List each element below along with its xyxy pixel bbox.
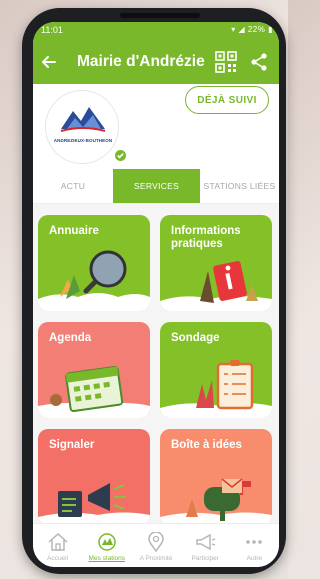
service-label: Sondage xyxy=(171,332,220,344)
battery-level: 22% xyxy=(247,25,266,34)
tab-services[interactable]: SERVICES xyxy=(113,169,200,203)
nav-label: Participer xyxy=(191,555,219,562)
nav-label: Accueil xyxy=(47,555,69,562)
service-label: Agenda xyxy=(49,332,92,344)
qr-code-icon[interactable] xyxy=(215,50,237,73)
follow-button[interactable]: DÉJÀ SUIVI xyxy=(185,86,269,114)
bottom-navigation: Accueil Mes stations A Proximité Partici… xyxy=(33,523,279,567)
location-pin-icon xyxy=(148,532,164,552)
service-label: Annuaire xyxy=(49,225,99,237)
verified-check-icon xyxy=(113,148,128,163)
top-bar: 11:01 ▾ ◢ 22% ▮ Mairie d'Andrézie... xyxy=(33,22,279,84)
section-tabs: ACTU SERVICES STATIONS LIÉES xyxy=(33,169,279,204)
magnifier-illustration-icon xyxy=(38,250,150,311)
nav-a-proximite[interactable]: A Proximité xyxy=(131,524,180,567)
service-label: Informations pratiques xyxy=(171,225,241,250)
status-time: 11:01 xyxy=(41,25,63,35)
status-bar: 11:01 ▾ ◢ 22% ▮ xyxy=(33,22,279,39)
tab-actu[interactable]: ACTU xyxy=(33,169,113,203)
phone-speaker xyxy=(120,13,200,18)
service-card-boite-a-idees[interactable]: Boîte à idées xyxy=(160,429,272,523)
service-card-agenda[interactable]: Agenda xyxy=(38,322,150,418)
calendar-illustration-icon xyxy=(38,365,150,418)
service-label: Boîte à idées xyxy=(171,439,242,451)
mailbox-illustration-icon xyxy=(160,478,272,523)
app-bar: Mairie d'Andrézie... xyxy=(33,39,279,84)
tab-stations-liees[interactable]: STATIONS LIÉES xyxy=(200,169,279,203)
back-arrow-icon[interactable] xyxy=(41,53,59,71)
info-sign-illustration-icon xyxy=(160,261,272,311)
profile-header: ANDREZIEUX-BOUTHEON DÉJÀ SUIVI xyxy=(33,84,279,169)
nav-participer[interactable]: Participer xyxy=(181,524,230,567)
service-card-sondage[interactable]: Sondage xyxy=(160,322,272,418)
survey-clipboard-illustration-icon xyxy=(160,360,272,418)
megaphone-illustration-icon xyxy=(38,483,150,523)
nav-mes-stations[interactable]: Mes stations xyxy=(82,524,131,567)
home-icon xyxy=(48,532,68,551)
nav-label: A Proximité xyxy=(139,555,173,562)
town-logo: ANDREZIEUX-BOUTHEON xyxy=(45,90,119,164)
town-logo-text: ANDREZIEUX-BOUTHEON xyxy=(53,138,113,143)
services-grid: Annuaire Informations pratiques Agenda S… xyxy=(33,204,279,523)
nav-accueil[interactable]: Accueil xyxy=(33,524,82,567)
stations-icon xyxy=(98,533,116,551)
nav-autre[interactable]: Autre xyxy=(230,524,279,567)
app-screen: 11:01 ▾ ◢ 22% ▮ Mairie d'Andrézie... AND… xyxy=(33,22,279,567)
service-card-signaler[interactable]: Signaler xyxy=(38,429,150,523)
more-dots-icon xyxy=(246,540,263,544)
status-icons: ▾ ◢ 22% ▮ xyxy=(231,25,273,34)
nav-label: Autre xyxy=(246,555,263,562)
page-title: Mairie d'Andrézie... xyxy=(77,52,205,70)
share-icon[interactable] xyxy=(249,52,269,72)
service-card-annuaire[interactable]: Annuaire xyxy=(38,215,150,311)
nav-label: Mes stations xyxy=(88,555,126,562)
service-card-informations-pratiques[interactable]: Informations pratiques xyxy=(160,215,272,311)
megaphone-icon xyxy=(196,533,216,551)
service-label: Signaler xyxy=(49,439,95,451)
